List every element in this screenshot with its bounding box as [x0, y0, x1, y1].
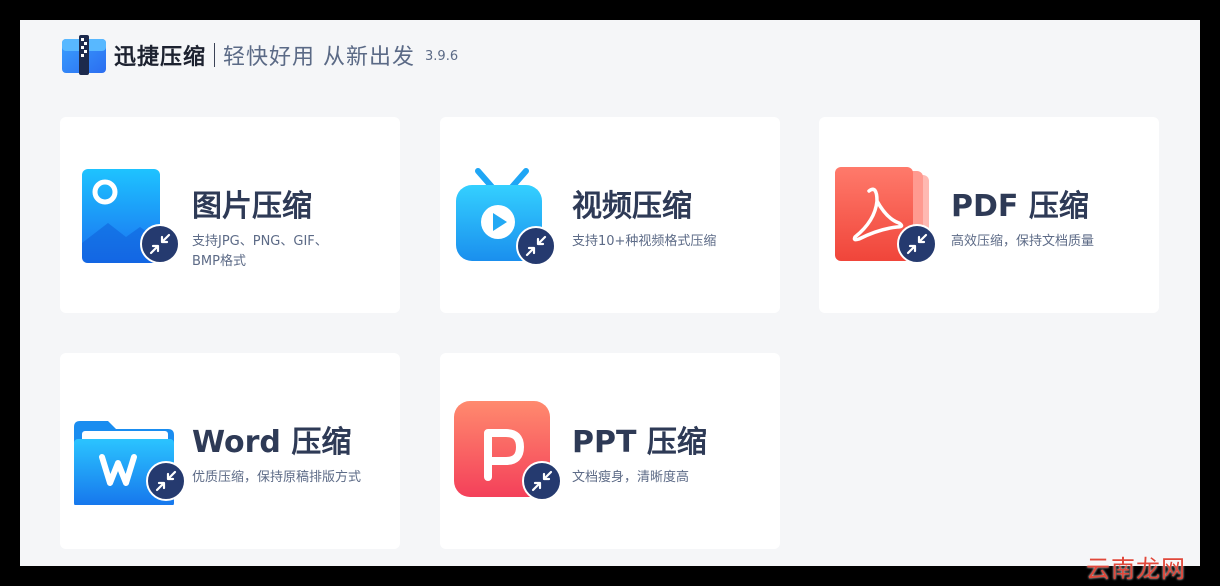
compress-arrows-icon [897, 224, 937, 264]
app-name: 迅捷压缩 [114, 45, 207, 70]
pdf-icon [833, 161, 943, 269]
card-description: 文档瘦身，清晰度高 [572, 470, 690, 485]
card-title: PDF 压缩 [951, 189, 1089, 224]
zip-archive-logo-icon [62, 35, 106, 75]
compress-arrows-icon [146, 461, 186, 501]
card-ppt-compress[interactable]: PPT 压缩 文档瘦身，清晰度高 [440, 353, 780, 549]
compress-arrows-icon [140, 224, 180, 264]
card-title: Word 压缩 [192, 425, 352, 460]
card-title: 视频压缩 [572, 189, 692, 224]
compress-arrows-icon [522, 461, 562, 501]
card-description: 支持10+种视频格式压缩 [572, 234, 717, 249]
card-description: 优质压缩，保持原稿排版方式 [192, 470, 362, 485]
card-title: PPT 压缩 [572, 425, 707, 460]
app-window: 迅捷压缩 轻快好用 从新出发 3.9.6 图片压缩 支持JPG、PNG、GIF、… [20, 20, 1200, 566]
card-title: 图片压缩 [192, 189, 312, 224]
card-description: 支持JPG、PNG、GIF、BMP格式 [192, 234, 328, 269]
video-tv-icon [454, 161, 564, 269]
word-folder-icon [74, 397, 186, 505]
watermark-text: 云南龙网 [1086, 555, 1186, 583]
header-divider [214, 43, 216, 67]
card-image-compress[interactable]: 图片压缩 支持JPG、PNG、GIF、BMP格式 [60, 117, 400, 313]
card-description: 高效压缩，保持文档质量 [951, 234, 1095, 249]
card-video-compress[interactable]: 视频压缩 支持10+种视频格式压缩 [440, 117, 780, 313]
card-pdf-compress[interactable]: PDF 压缩 高效压缩，保持文档质量 [819, 117, 1159, 313]
app-header: 迅捷压缩 轻快好用 从新出发 3.9.6 [60, 34, 458, 76]
app-slogan: 轻快好用 从新出发 [223, 45, 416, 70]
ppt-icon [454, 397, 564, 505]
card-word-compress[interactable]: Word 压缩 优质压缩，保持原稿排版方式 [60, 353, 400, 549]
compress-arrows-icon [516, 226, 556, 266]
image-icon [74, 161, 184, 269]
app-version: 3.9.6 [425, 48, 459, 64]
